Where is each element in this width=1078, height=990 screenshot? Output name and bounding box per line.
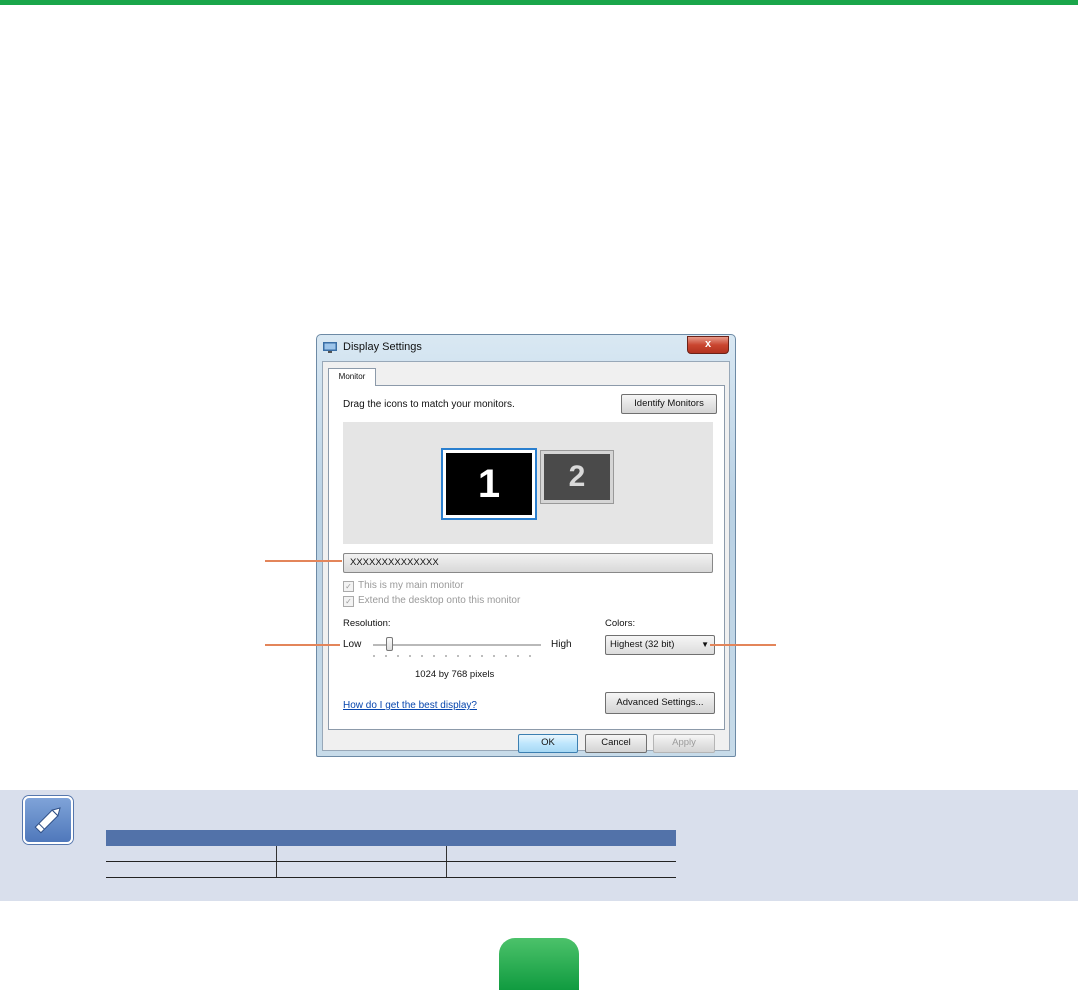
note-table (106, 830, 676, 878)
monitor-select-dropdown[interactable]: XXXXXXXXXXXXXX (343, 553, 713, 573)
slider-high-label: High (551, 639, 572, 650)
slider-low-label: Low (343, 639, 362, 650)
close-button[interactable]: x (687, 336, 729, 354)
dialog-title: Display Settings (343, 341, 422, 353)
note-box (0, 790, 1078, 901)
ok-button[interactable]: OK (518, 734, 578, 753)
main-monitor-checkbox[interactable]: ✓ This is my main monitor (343, 580, 464, 592)
dialog-client-area: Monitor Drag the icons to match your mon… (322, 361, 730, 753)
callout-line-resolution (265, 644, 340, 646)
colors-label: Colors: (605, 618, 636, 629)
tab-monitor[interactable]: Monitor (328, 368, 376, 386)
display-icon (323, 342, 337, 353)
colors-dropdown[interactable]: Highest (32 bit) ▼ (605, 635, 715, 655)
slider-ticks (373, 655, 541, 657)
table-row (106, 846, 676, 862)
pencil-note-icon (23, 796, 73, 844)
monitor-2-icon[interactable]: 2 (540, 450, 614, 504)
resolution-slider-track[interactable] (373, 644, 541, 646)
monitor-tab-panel: Drag the icons to match your monitors. I… (328, 385, 725, 730)
table-row (106, 861, 676, 878)
cancel-button[interactable]: Cancel (585, 734, 647, 753)
table-header-row (106, 830, 676, 846)
drag-instruction: Drag the icons to match your monitors. (343, 399, 515, 410)
title-bar[interactable]: Display Settings x (317, 335, 735, 361)
checkbox-checked-icon: ✓ (343, 596, 354, 607)
resolution-value: 1024 by 768 pixels (415, 669, 495, 680)
extend-desktop-label: Extend the desktop onto this monitor (358, 595, 521, 606)
monitor-2-label: 2 (544, 454, 610, 500)
monitor-1-icon[interactable]: 1 (441, 448, 537, 520)
callout-line-colors (710, 644, 776, 646)
best-display-help-link[interactable]: How do I get the best display? (343, 700, 477, 711)
page-number-tab (499, 938, 579, 990)
apply-button[interactable]: Apply (653, 734, 715, 753)
pencil-icon (34, 807, 61, 834)
top-green-rule (0, 0, 1078, 5)
identify-monitors-button[interactable]: Identify Monitors (621, 394, 717, 414)
resolution-label: Resolution: (343, 618, 391, 629)
close-icon: x (704, 338, 712, 350)
extend-desktop-checkbox[interactable]: ✓ Extend the desktop onto this monitor (343, 595, 520, 607)
display-settings-dialog: Display Settings x Monitor Drag the icon… (316, 334, 736, 757)
advanced-settings-button[interactable]: Advanced Settings... (605, 692, 715, 714)
monitor-1-label: 1 (446, 453, 532, 515)
main-monitor-label: This is my main monitor (358, 580, 464, 591)
checkbox-checked-icon: ✓ (343, 581, 354, 592)
resolution-slider-thumb[interactable] (386, 637, 394, 651)
monitor-arrangement-area: 1 2 (343, 422, 713, 544)
chevron-down-icon: ▼ (701, 640, 709, 649)
colors-value: Highest (32 bit) (610, 639, 675, 650)
callout-line-monitor (265, 560, 342, 562)
